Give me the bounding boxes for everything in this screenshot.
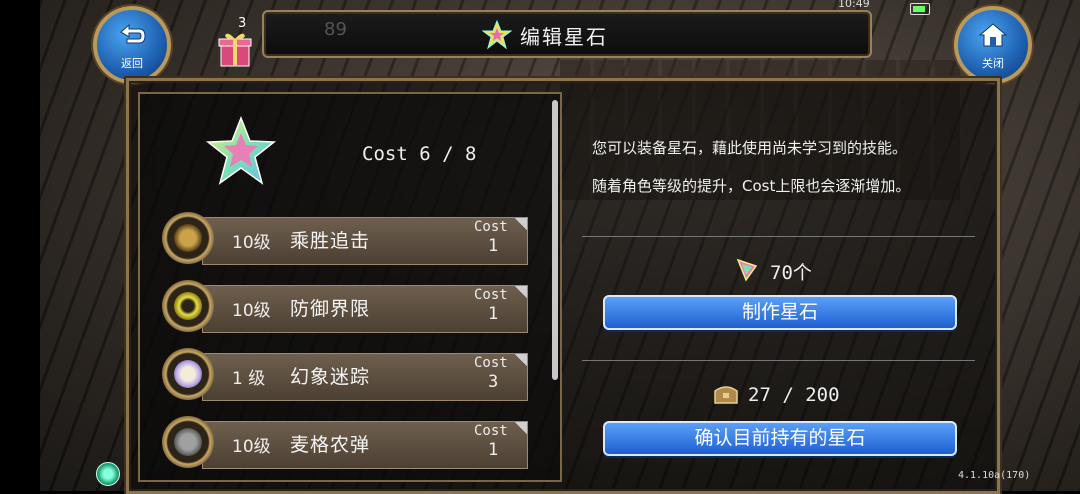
star-stone-icon: [482, 20, 512, 50]
battery-icon: [910, 3, 930, 15]
skill-name: 幻象迷踪: [290, 366, 371, 388]
title-bar: 89 编辑星石: [262, 10, 872, 58]
skill-row[interactable]: 1 级 幻象迷踪 Cost 3: [162, 348, 528, 404]
skill-cost-label: Cost: [474, 219, 508, 235]
info-line: 您可以装备星石，藉此使用尚未学习到的技能。: [592, 139, 908, 157]
gift-icon: [218, 33, 252, 67]
menu-orb-icon[interactable]: [96, 462, 120, 486]
corner-icon: [507, 422, 527, 442]
phantom-icon: [162, 348, 214, 400]
back-button[interactable]: 返回: [93, 6, 171, 84]
corner-icon: [507, 354, 527, 374]
home-icon: [978, 23, 1008, 47]
info-line: 随着角色等级的提升，Cost上限也会逐渐增加。: [592, 177, 911, 195]
skill-level: 10级: [232, 233, 271, 253]
skill-cost-value: 1: [488, 440, 499, 460]
skill-row[interactable]: 10级 乘胜追击 Cost 1: [162, 212, 528, 268]
revolver-icon: [162, 416, 214, 468]
check-owned-star-stones-button[interactable]: 确认目前持有的星石: [603, 421, 957, 456]
page-title: 编辑星石: [520, 25, 608, 49]
storage-box-icon: [714, 386, 738, 404]
skill-name: 乘胜追击: [290, 230, 371, 252]
skill-cost-label: Cost: [474, 423, 508, 439]
skill-cost-value: 1: [488, 236, 499, 256]
skill-cost-label: Cost: [474, 355, 508, 371]
skill-row[interactable]: 10级 防御界限 Cost 1: [162, 280, 528, 336]
star-fragment-icon: [736, 258, 758, 282]
sword-plus-icon: [162, 212, 214, 264]
craft-star-stone-button[interactable]: 制作星石: [603, 295, 957, 330]
back-button-label: 返回: [121, 57, 143, 70]
skill-level: 1 级: [232, 369, 266, 389]
skill-cost-value: 1: [488, 304, 499, 324]
close-button-label: 关闭: [982, 57, 1004, 70]
skill-name: 防御界限: [290, 298, 371, 320]
cost-value: 6 / 8: [419, 143, 477, 165]
skill-cost-label: Cost: [474, 287, 508, 303]
corner-icon: [507, 286, 527, 306]
material-count: 70个: [770, 262, 812, 284]
skill-name: 麦格农弹: [290, 434, 371, 456]
shield-ring-icon: [162, 280, 214, 332]
gift-count: 3: [238, 16, 247, 31]
corner-icon: [507, 218, 527, 238]
ghost-counter: 89: [324, 19, 347, 40]
capacity-count: 27 / 200: [748, 384, 840, 406]
skill-cost-value: 3: [488, 372, 499, 392]
skill-level: 10级: [232, 437, 271, 457]
back-arrow-icon: [120, 23, 146, 44]
cost-star-icon: [205, 115, 277, 185]
gift-box-button[interactable]: 3: [205, 8, 255, 70]
close-button[interactable]: 关闭: [954, 6, 1032, 84]
divider: [582, 236, 975, 237]
skill-level: 10级: [232, 301, 271, 321]
version-text: 4.1.10a(170): [958, 470, 1031, 481]
cost-label: Cost: [362, 143, 408, 165]
divider: [582, 360, 975, 361]
status-clock: 10:49: [838, 0, 870, 10]
skill-row[interactable]: 10级 麦格农弹 Cost 1: [162, 416, 528, 472]
cost-readout: Cost 6 / 8: [362, 143, 476, 165]
